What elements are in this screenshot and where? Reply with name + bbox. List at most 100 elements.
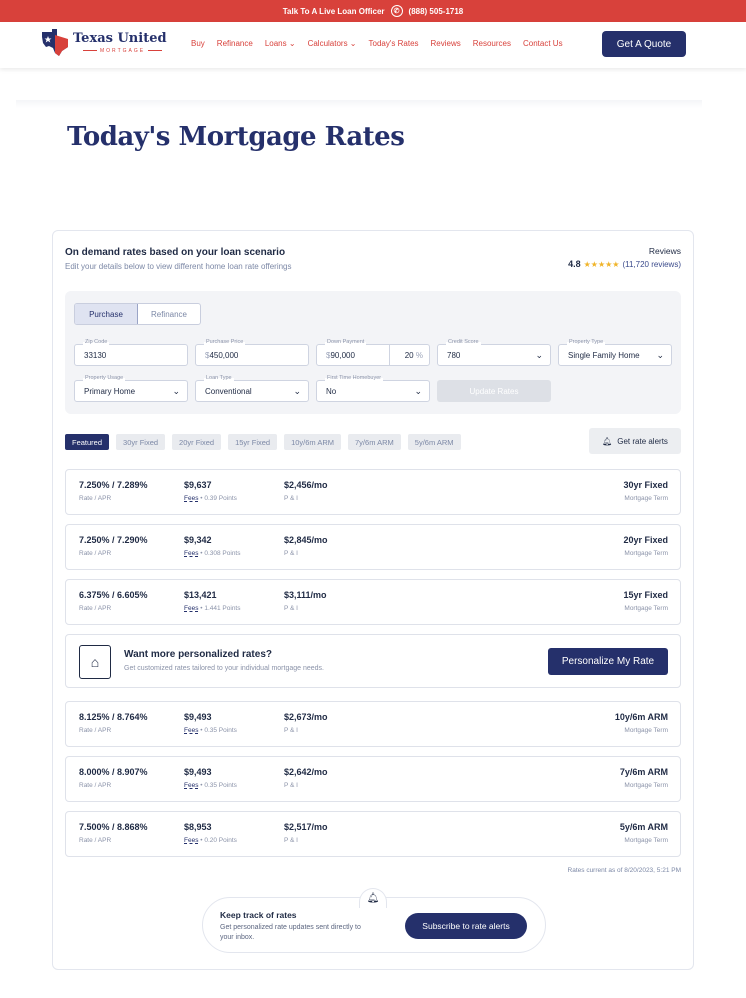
percent-sign: % [415, 351, 423, 360]
logo[interactable]: Texas United MORTGAGE [40, 29, 167, 59]
chip-15yr-fixed[interactable]: 15yr Fixed [228, 434, 278, 450]
track-subtitle: Get personalized rate updates sent direc… [220, 924, 361, 941]
rating-summary: 4.8 ★★★★★ (11,720 reviews) [568, 259, 681, 269]
purchase-price-label: Purchase Price [204, 339, 246, 345]
chip-7y6m-arm[interactable]: 7y/6m ARM [348, 434, 401, 450]
fees-link[interactable]: Fees [184, 837, 198, 844]
reviews-count-link[interactable]: (11,720 reviews) [622, 260, 681, 269]
rate-apr-label: Rate / APR [79, 727, 112, 734]
topbar-text: Talk To A Live Loan Officer [282, 6, 385, 16]
principal-interest-label: P & I [284, 605, 298, 612]
rating-value: 4.8 [568, 259, 581, 269]
zip-code-value: 33130 [84, 351, 107, 360]
topbar-phone-link[interactable]: (888) 505-1718 [409, 7, 464, 16]
points-value: • 0.39 Points [200, 495, 237, 502]
rate-apr-value: 8.125% / 8.764% [79, 712, 148, 722]
rate-row[interactable]: 7.250% / 7.289% Rate / APR $9,637 Fees • 0… [65, 469, 681, 515]
monthly-payment-value: $2,673/mo [284, 712, 328, 722]
chip-10y6m-arm[interactable]: 10y/6m ARM [284, 434, 342, 450]
texas-flag-icon [42, 29, 68, 56]
chevron-down-icon: ⌄ [172, 386, 180, 396]
nav-link-contact-us[interactable]: Contact Us [523, 39, 563, 48]
mortgage-term-value: 15yr Fixed [623, 590, 668, 600]
tab-refinance[interactable]: Refinance [138, 304, 200, 324]
nav-link-buy[interactable]: Buy [191, 39, 205, 48]
fees-link[interactable]: Fees [184, 495, 198, 502]
first-time-homebuyer-select[interactable]: First Time Homebuyer No ⌄ [316, 375, 430, 402]
property-type-value: Single Family Home [568, 351, 640, 360]
logo-subtitle: MORTGAGE [80, 48, 165, 54]
property-type-select[interactable]: Property Type Single Family Home ⌄ [558, 339, 672, 366]
rate-row[interactable]: 8.000% / 8.907% Rate / APR $9,493 Fees • 0… [65, 756, 681, 802]
zip-code-label: Zip Code [83, 339, 110, 345]
top-announcement-bar: Talk To A Live Loan Officer ✆ (888) 505-… [0, 0, 746, 22]
rate-apr-label: Rate / APR [79, 550, 112, 557]
update-rates-button[interactable]: Update Rates [437, 380, 551, 402]
fees-link[interactable]: Fees [184, 605, 198, 612]
page-title: Today's Mortgage Rates [67, 122, 405, 152]
mortgage-term-label: Mortgage Term [624, 550, 668, 557]
card-subtitle: Edit your details below to view differen… [65, 262, 292, 271]
mortgage-term-label: Mortgage Term [624, 782, 668, 789]
nav-link-resources[interactable]: Resources [473, 39, 511, 48]
chevron-down-icon: ⌄ [293, 386, 301, 396]
down-payment-percent-value: 20 [404, 351, 414, 360]
nav-link-reviews[interactable]: Reviews [431, 39, 461, 48]
rate-apr-value: 8.000% / 8.907% [79, 767, 148, 777]
principal-interest-label: P & I [284, 837, 298, 844]
get-rate-alerts-button[interactable]: 🔔︎ Get rate alerts [589, 428, 681, 454]
fees-link[interactable]: Fees [184, 550, 198, 557]
property-usage-label: Property Usage [83, 375, 126, 381]
chip-featured[interactable]: Featured [65, 434, 110, 450]
monthly-payment-value: $2,517/mo [284, 822, 328, 832]
chip-30yr-fixed[interactable]: 30yr Fixed [116, 434, 166, 450]
principal-interest-label: P & I [284, 782, 298, 789]
principal-interest-label: P & I [284, 550, 298, 557]
get-rate-alerts-label: Get rate alerts [617, 436, 668, 446]
mortgage-term-value: 10y/6m ARM [614, 712, 668, 722]
rate-row[interactable]: 8.125% / 8.764% Rate / APR $9,493 Fees • 0… [65, 701, 681, 747]
chip-5y6m-arm[interactable]: 5y/6m ARM [407, 434, 461, 450]
chip-20yr-fixed[interactable]: 20yr Fixed [172, 434, 222, 450]
rate-apr-label: Rate / APR [79, 605, 112, 612]
loan-type-select[interactable]: Loan Type Conventional ⌄ [195, 375, 309, 402]
subscribe-rate-alerts-button[interactable]: Subscribe to rate alerts [405, 913, 527, 939]
mortgage-term-value: 5y/6m ARM [619, 822, 668, 832]
zip-code-field[interactable]: Zip Code 33130 [74, 339, 188, 366]
rate-apr-label: Rate / APR [79, 495, 112, 502]
loan-purpose-toggle: Purchase Refinance [74, 303, 201, 325]
bell-icon: 🔔︎ [602, 436, 613, 446]
tab-purchase[interactable]: Purchase [75, 304, 138, 324]
down-payment-label: Down Payment [325, 339, 367, 345]
monthly-payment-value: $2,845/mo [284, 535, 328, 545]
rate-row[interactable]: 7.250% / 7.290% Rate / APR $9,342 Fees • 0… [65, 524, 681, 570]
closing-cost-value: $9,342 [184, 535, 212, 545]
mortgage-term-value: 30yr Fixed [623, 480, 668, 490]
rate-apr-value: 7.500% / 8.868% [79, 822, 148, 832]
first-time-homebuyer-value: No [326, 387, 337, 396]
fees-link[interactable]: Fees [184, 727, 198, 734]
rate-apr-value: 7.250% / 7.290% [79, 535, 148, 545]
promo-subtitle: Get customized rates tailored to your in… [124, 665, 324, 672]
down-payment-field[interactable]: Down Payment $90,000 20 % [316, 339, 430, 366]
nav-link-loans[interactable]: Loans ⌄ [265, 39, 296, 48]
promo-title: Want more personalized rates? [124, 649, 272, 660]
personalize-my-rate-button[interactable]: Personalize My Rate [548, 648, 668, 675]
fees-link[interactable]: Fees [184, 782, 198, 789]
star-icons: ★★★★★ [583, 259, 620, 269]
points-value: • 0.35 Points [200, 727, 237, 734]
credit-score-select[interactable]: Credit Score 780 ⌄ [437, 339, 551, 366]
rate-row[interactable]: 6.375% / 6.605% Rate / APR $13,421 Fees • … [65, 579, 681, 625]
rates-card: On demand rates based on your loan scena… [52, 230, 694, 970]
nav-link-refinance[interactable]: Refinance [217, 39, 253, 48]
down-payment-percent[interactable]: 20 % [405, 351, 423, 360]
nav-links: Buy Refinance Loans ⌄ Calculators ⌄ Toda… [191, 39, 563, 48]
nav-link-todays-rates[interactable]: Today's Rates [369, 39, 419, 48]
nav-link-calculators[interactable]: Calculators ⌄ [308, 39, 357, 48]
monthly-payment-value: $2,642/mo [284, 767, 328, 777]
rate-row[interactable]: 7.500% / 8.868% Rate / APR $8,953 Fees • 0… [65, 811, 681, 857]
property-usage-select[interactable]: Property Usage Primary Home ⌄ [74, 375, 188, 402]
purchase-price-field[interactable]: Purchase Price $450,000 [195, 339, 309, 366]
closing-cost-value: $9,493 [184, 767, 212, 777]
get-a-quote-button[interactable]: Get A Quote [602, 31, 686, 57]
